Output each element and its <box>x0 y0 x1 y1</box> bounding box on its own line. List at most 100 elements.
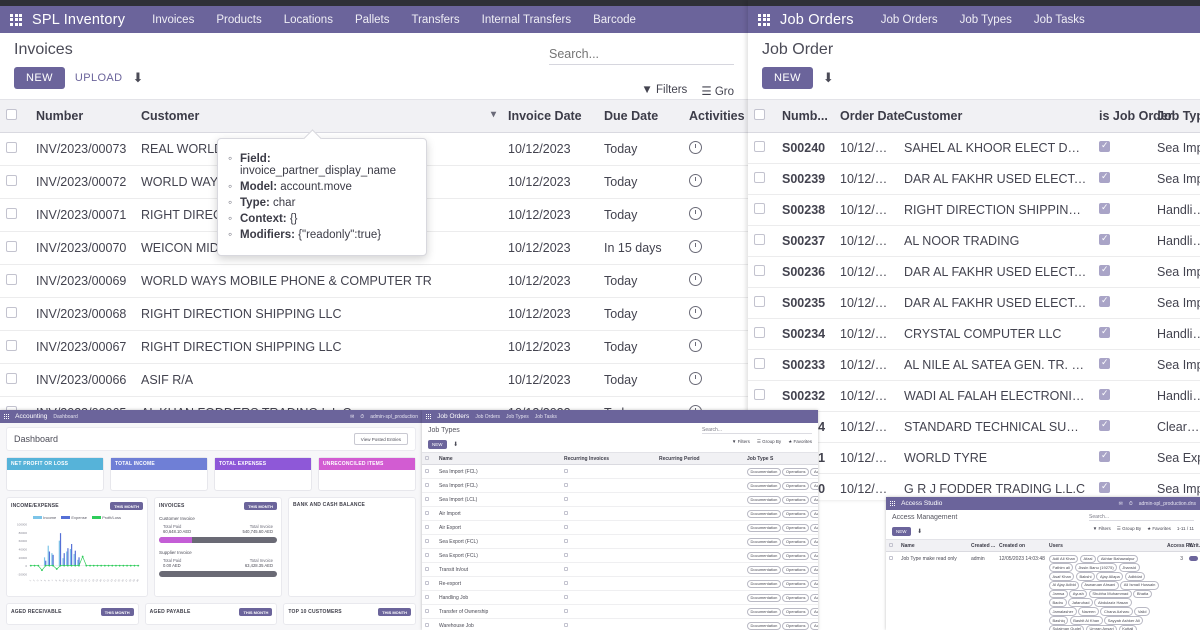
filters-button[interactable]: ▼ Filters <box>641 84 687 98</box>
nav-item-job-tasks[interactable]: Job Tasks <box>1023 14 1096 26</box>
nav-item-dashboard[interactable]: Dashboard <box>53 414 77 420</box>
user-chip[interactable]: Jamalasher <box>1049 607 1077 617</box>
table-row[interactable]: Air Export DocumentationOperationsAccount… <box>422 520 818 535</box>
table-row[interactable]: Sea Import (LCL) Documentation Operations A… <box>422 492 818 507</box>
cell-number[interactable]: S00238 <box>776 194 834 226</box>
period-badge[interactable]: THIS MONTH <box>239 608 273 616</box>
period-badge[interactable]: THIS MONTH <box>378 608 412 616</box>
user-chip[interactable]: Ajay Allapa <box>1096 572 1124 581</box>
column-number[interactable]: Numb... <box>776 99 834 133</box>
table-row[interactable]: Sea Import (FCL) Documentation Operations A… <box>422 464 818 479</box>
nav-item-pallets[interactable]: Pallets <box>344 14 401 26</box>
row-checkbox[interactable] <box>425 510 429 515</box>
select-all-checkbox[interactable] <box>6 109 17 120</box>
user-chip[interactable]: Jissin Banu (19275) <box>1074 563 1118 573</box>
period-badge[interactable]: THIS MONTH <box>110 502 143 510</box>
search-input[interactable]: Search... <box>1089 514 1194 521</box>
column-job-type-stages[interactable]: Job Type S <box>744 452 818 465</box>
user-chip[interactable]: Akhtar Bahawalpur <box>1097 554 1139 564</box>
user-chip[interactable]: Fathim ali <box>1049 563 1074 573</box>
row-checkbox[interactable] <box>425 468 429 473</box>
user-chip[interactable]: Jafaruhad <box>1068 598 1093 608</box>
clock-icon[interactable] <box>689 207 702 220</box>
is-job-order-checkbox[interactable] <box>1099 450 1110 462</box>
table-row[interactable]: Sea Import (FCL) Documentation Operations A… <box>422 478 818 493</box>
chevron-down-icon[interactable]: ▾ <box>491 109 496 120</box>
stage-tag[interactable]: Operations <box>782 523 809 532</box>
row-checkbox[interactable] <box>425 552 429 557</box>
user-chip[interactable]: Sayyab Ashker Ali <box>1104 616 1144 625</box>
user-chip[interactable]: Al Ajay Adbid <box>1049 580 1080 590</box>
row-checkbox[interactable] <box>6 307 17 318</box>
nav-item-transfers[interactable]: Transfers <box>400 14 470 26</box>
nav-item-job-orders[interactable]: Job Orders <box>475 414 500 420</box>
is-job-order-checkbox[interactable] <box>1099 233 1110 245</box>
stage-tag[interactable]: Documentation <box>747 523 781 532</box>
stage-tag[interactable]: Documentation <box>747 509 781 518</box>
is-job-order-checkbox[interactable] <box>1099 388 1110 400</box>
user-chip[interactable]: Ali Ismail Hussain <box>1120 580 1159 590</box>
table-row[interactable]: INV/2023/00066 ASIF R/A 10/12/2023 Today <box>0 363 748 397</box>
period-badge[interactable]: THIS MONTH <box>244 502 277 510</box>
column-name[interactable]: Name <box>436 452 561 465</box>
invoices-summary-card[interactable]: INVOICES THIS MONTH Customer Invoice Tot… <box>154 497 282 597</box>
messages-icon[interactable]: ✉ <box>350 414 354 420</box>
stage-tag[interactable]: Operations <box>782 495 809 504</box>
recurring-checkbox[interactable] <box>564 608 568 613</box>
stage-tag[interactable]: Accounts <box>810 551 818 560</box>
is-job-order-checkbox[interactable] <box>1099 419 1110 431</box>
column-created-on[interactable]: Created on <box>996 539 1046 552</box>
user-chip[interactable]: Adil Ali Khan <box>1049 554 1079 564</box>
stage-tag[interactable]: Documentation <box>747 565 781 574</box>
nav-item-products[interactable]: Products <box>205 14 272 26</box>
user-chip[interactable]: Shubha Muhammad <box>1088 589 1132 599</box>
table-row[interactable]: S00233 10/12/2023 AL NILE AL SATEA GEN. TR… <box>748 349 1200 381</box>
nav-item-locations[interactable]: Locations <box>273 14 344 26</box>
cell-number[interactable]: S00240 <box>776 132 834 164</box>
is-job-order-checkbox[interactable] <box>1099 171 1110 183</box>
new-button[interactable]: NEW <box>14 67 65 89</box>
column-write[interactable]: Writ... <box>1186 539 1200 552</box>
nav-item-internal-transfers[interactable]: Internal Transfers <box>471 14 582 26</box>
stage-tag[interactable]: Operations <box>782 551 809 560</box>
clock-icon[interactable] <box>689 174 702 187</box>
column-customer[interactable]: Customer ▾ <box>135 99 502 133</box>
is-job-order-checkbox[interactable] <box>1099 140 1110 152</box>
column-recurring-period[interactable]: Recurring Period <box>656 452 744 465</box>
nav-item-barcode[interactable]: Barcode <box>582 14 647 26</box>
row-checkbox[interactable] <box>754 389 765 400</box>
recurring-checkbox[interactable] <box>564 622 568 627</box>
table-row[interactable]: INV/2023/00067 RIGHT DIRECTION SHIPPING … <box>0 330 748 364</box>
nav-item-job-tasks[interactable]: Job Tasks <box>535 414 557 420</box>
stage-tag[interactable]: Accounts <box>810 495 818 504</box>
download-icon[interactable]: ⬇ <box>453 442 458 448</box>
recurring-checkbox[interactable] <box>564 482 568 487</box>
user-chip[interactable]: Adbidat <box>1124 572 1146 581</box>
is-job-order-checkbox[interactable] <box>1099 481 1110 493</box>
stage-tag[interactable]: Operations <box>782 467 809 476</box>
income-expense-card[interactable]: INCOME/EXPENSE THIS MONTH Income Expense… <box>6 497 148 597</box>
recurring-checkbox[interactable] <box>564 496 568 501</box>
stage-tag[interactable]: Documentation <box>747 467 781 476</box>
select-all-checkbox[interactable] <box>889 542 893 547</box>
recurring-checkbox[interactable] <box>564 566 568 571</box>
clock-icon[interactable] <box>689 372 702 385</box>
row-checkbox[interactable] <box>6 241 17 252</box>
stage-tag[interactable]: Accounts <box>810 607 818 616</box>
user-chip[interactable]: Sulaiman Gudel <box>1049 624 1085 630</box>
messages-icon[interactable]: ✉ <box>1119 501 1123 507</box>
recurring-checkbox[interactable] <box>564 524 568 529</box>
stage-tag[interactable]: Accounts <box>810 467 818 476</box>
column-access-rights[interactable]: Access Ri... <box>1164 539 1195 552</box>
table-row[interactable]: Sea Export (FCL) Documentation Operations A… <box>422 548 818 563</box>
apps-grid-icon[interactable] <box>890 500 896 507</box>
user-chip[interactable]: Bakshi <box>1075 572 1095 581</box>
clock-icon[interactable] <box>689 339 702 352</box>
stage-tag[interactable]: Accounts <box>810 621 818 630</box>
nav-item-invoices[interactable]: Invoices <box>141 14 205 26</box>
cell-number[interactable]: S00236 <box>776 256 834 288</box>
activities-icon[interactable]: ⏱ <box>360 414 364 420</box>
table-row[interactable]: Re-export DocumentationOperationsAccounts <box>422 576 818 591</box>
user-chip[interactable]: Bashit Al Khan <box>1069 616 1103 625</box>
clock-icon[interactable] <box>689 240 702 253</box>
